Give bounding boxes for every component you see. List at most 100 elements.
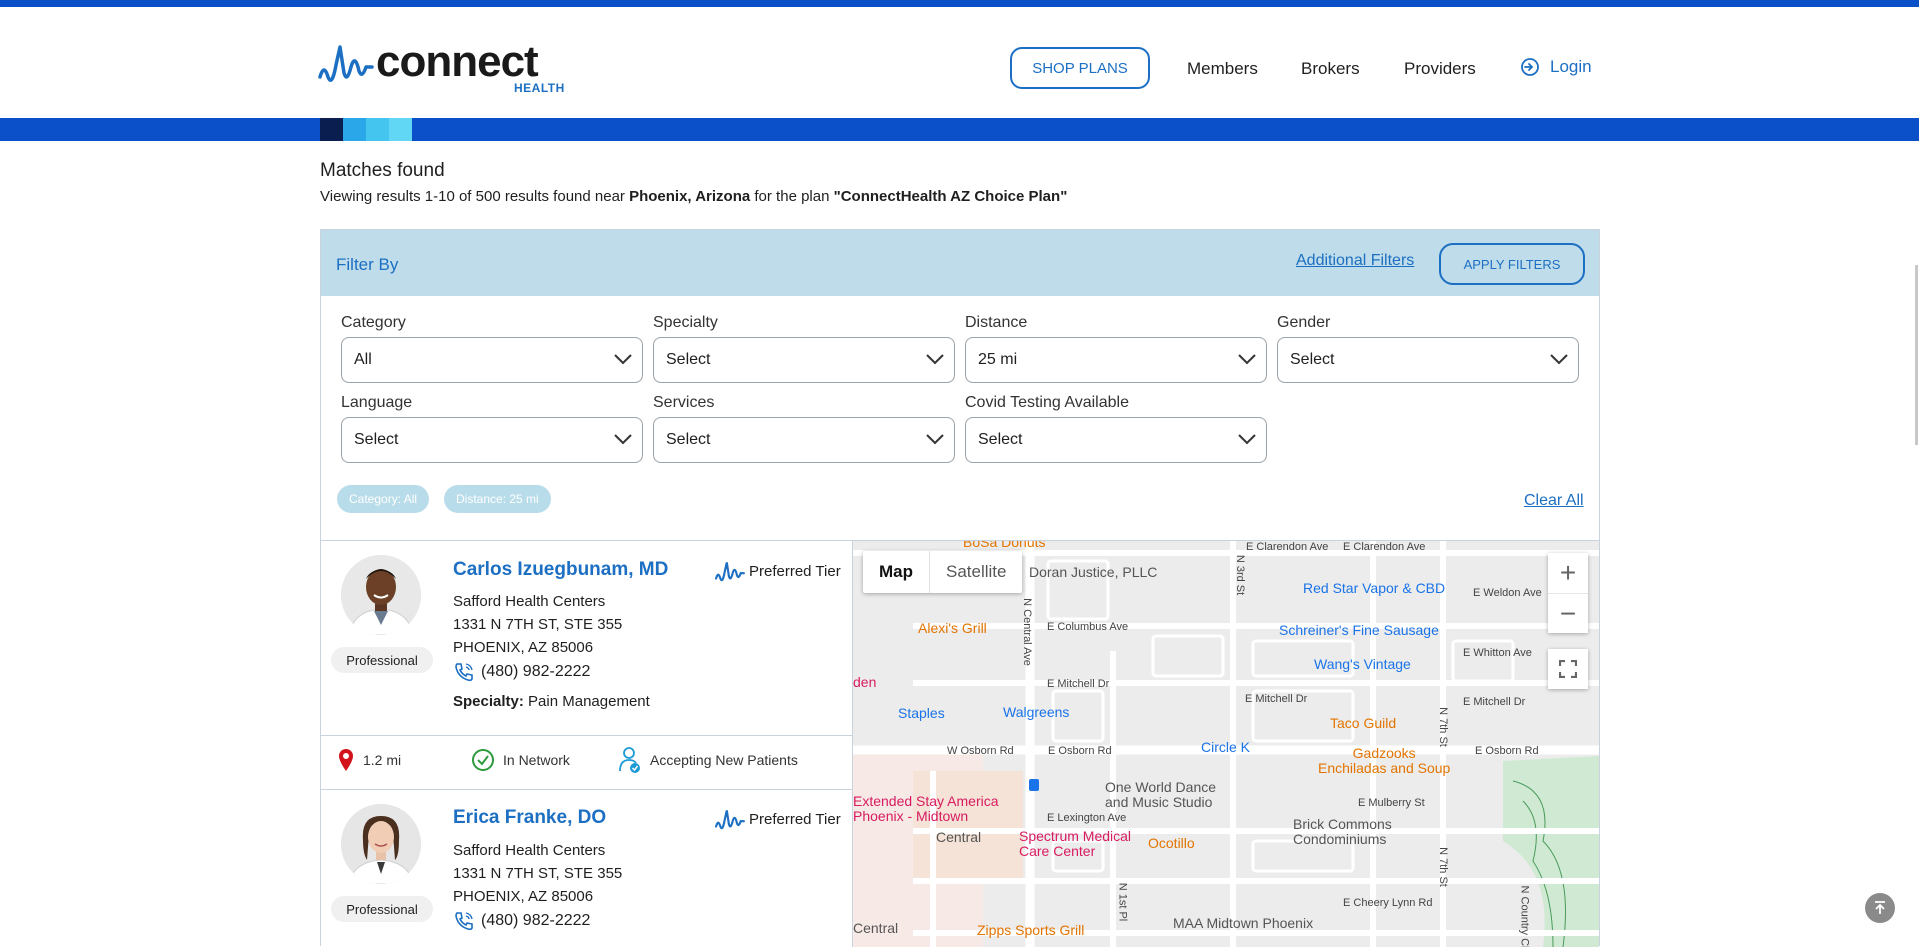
shop-plans-button[interactable]: SHOP PLANS (1010, 47, 1150, 89)
map-poi-label[interactable]: BoSa Donuts (963, 541, 1046, 550)
map-poi-label[interactable]: Spectrum Medical Care Center (1019, 829, 1131, 859)
covid-testing-label: Covid Testing Available (965, 394, 1129, 411)
specialty-select[interactable]: Select (653, 337, 955, 383)
provider-phone[interactable]: (480) 982-2222 (453, 661, 590, 683)
provider-map[interactable]: BoSa Donuts Doran Justice, PLLC Red Star… (853, 541, 1599, 947)
accent-square (320, 118, 343, 141)
arrow-up-icon (1875, 901, 1885, 914)
map-poi-label[interactable]: Brick Commons Condominiums (1293, 817, 1392, 847)
map-street-label: E Mitchell Dr (1047, 678, 1110, 690)
provider-phone-number: (480) 982-2222 (481, 663, 591, 680)
gender-select[interactable]: Select (1277, 337, 1579, 383)
distance-value: 1.2 mi (363, 752, 402, 768)
filter-chip-distance[interactable]: Distance: 25 mi (444, 485, 551, 513)
map-street-label: E Clarendon Ave (1246, 541, 1329, 553)
provider-card[interactable]: Professional Carlos Izuegbunam, MD Prefe… (321, 541, 852, 735)
page-scrollbar[interactable] (1915, 265, 1918, 445)
distance-label: Distance (965, 314, 1028, 331)
map-street-label: E Mitchell Dr (1463, 696, 1526, 708)
filter-chip-category[interactable]: Category: All (337, 485, 430, 513)
provider-type-badge: Professional (331, 647, 433, 673)
map-poi-label[interactable]: Schreiner's Fine Sausage (1279, 623, 1439, 638)
accepting-value: Accepting New Patients (650, 752, 798, 768)
provider-specialty: Specialty: Pain Management (453, 693, 650, 710)
category-select[interactable]: All (341, 337, 643, 383)
map-poi-label[interactable]: Walgreens (1003, 705, 1069, 720)
accent-square (343, 118, 366, 141)
additional-filters-link[interactable]: Additional Filters (1296, 252, 1414, 270)
clear-all-link[interactable]: Clear All (1524, 492, 1584, 510)
map-poi-label[interactable]: Alexi's Grill (918, 621, 987, 636)
map-poi-label[interactable]: Zipps Sports Grill (977, 923, 1084, 938)
preferred-tier-badge: Preferred Tier (715, 808, 841, 830)
preferred-tier-badge: Preferred Tier (715, 560, 841, 582)
connect-health-logo[interactable]: connect HEALTH (318, 35, 568, 97)
preferred-tier-label: Preferred Tier (749, 562, 841, 580)
nav-providers[interactable]: Providers (1404, 59, 1476, 79)
network-value: In Network (503, 752, 570, 768)
map-poi-label[interactable]: Circle K (1201, 740, 1250, 755)
map-poi-label[interactable]: Central (853, 921, 898, 936)
provider-org: Safford Health Centers (453, 842, 606, 859)
map-poi-label[interactable]: Doran Justice, PLLC (1029, 565, 1157, 580)
map-type-toggle: Map Satellite (863, 551, 1023, 593)
covid-testing-value: Select (978, 431, 1023, 448)
services-select[interactable]: Select (653, 417, 955, 463)
distance-select[interactable]: 25 mi (965, 337, 1267, 383)
results-location: Phoenix, Arizona (629, 188, 751, 205)
map-poi-label[interactable]: Ocotillo (1148, 836, 1195, 851)
services-value: Select (666, 431, 711, 448)
map-poi-label[interactable]: Wang's Vintage (1314, 657, 1411, 672)
login-icon (1521, 58, 1539, 76)
scroll-to-top-button[interactable] (1865, 893, 1895, 923)
map-street-label: E Clarendon Ave (1343, 541, 1426, 553)
accent-square (389, 118, 412, 141)
specialty-value: Select (666, 351, 711, 368)
distance-value: 25 mi (978, 351, 1018, 368)
category-value: All (354, 351, 372, 368)
provider-card[interactable]: Professional Erica Franke, DO Preferred … (321, 790, 852, 947)
zoom-in-button[interactable]: + (1548, 553, 1588, 593)
logo-subtitle: HEALTH (514, 81, 565, 95)
distance-stat: 1.2 mi (337, 748, 401, 772)
fullscreen-button[interactable] (1548, 649, 1588, 689)
map-street-label: E Lexington Ave (1047, 812, 1127, 824)
map-street-label: E Cheery Lynn Rd (1343, 897, 1433, 909)
provider-address-line2: PHOENIX, AZ 85006 (453, 888, 594, 905)
nav-members[interactable]: Members (1187, 59, 1258, 79)
phone-icon (455, 663, 473, 682)
map-street-label: E Mitchell Dr (1245, 693, 1308, 705)
provider-org: Safford Health Centers (453, 593, 606, 610)
map-poi-label[interactable]: One World Dance and Music Studio (1105, 780, 1216, 810)
language-select[interactable]: Select (341, 417, 643, 463)
covid-testing-select[interactable]: Select (965, 417, 1267, 463)
services-label: Services (653, 394, 715, 411)
map-street-label: E Osborn Rd (1048, 745, 1112, 757)
results-summary-mid: for the plan (750, 188, 834, 205)
map-poi-label[interactable]: Gadzooks Enchiladas and Soup (1318, 746, 1450, 776)
chevron-down-icon (1238, 354, 1256, 365)
map-tab-map[interactable]: Map (863, 551, 929, 593)
zoom-out-button[interactable]: − (1548, 593, 1588, 634)
provider-name-link[interactable]: Carlos Izuegbunam, MD (453, 559, 668, 581)
map-poi-label[interactable]: Central (936, 830, 981, 845)
preferred-tier-label: Preferred Tier (749, 810, 841, 828)
provider-name-link[interactable]: Erica Franke, DO (453, 807, 606, 829)
apply-filters-button[interactable]: APPLY FILTERS (1439, 243, 1585, 285)
map-poi-label[interactable]: Extended Stay America Phoenix - Midtown (853, 794, 999, 824)
map-poi-label[interactable]: den (853, 675, 876, 690)
specialty-label: Specialty (653, 314, 718, 331)
map-poi-label[interactable]: Taco Guild (1330, 716, 1396, 731)
map-poi-label[interactable]: MAA Midtown Phoenix (1173, 916, 1313, 931)
login-link[interactable]: Login (1520, 57, 1592, 77)
filter-header: Filter By Additional Filters APPLY FILTE… (321, 230, 1599, 296)
map-poi-label[interactable]: Staples (898, 706, 945, 721)
results-summary-prefix: Viewing results 1-10 of 500 results foun… (320, 188, 630, 205)
language-label: Language (341, 394, 413, 411)
map-poi-label[interactable]: Red Star Vapor & CBD (1303, 581, 1445, 596)
specialty-value: Pain Management (528, 693, 650, 710)
provider-photo (341, 804, 421, 884)
nav-brokers[interactable]: Brokers (1301, 59, 1360, 79)
provider-phone[interactable]: (480) 982-2222 (453, 910, 590, 932)
map-tab-satellite[interactable]: Satellite (929, 551, 1022, 593)
